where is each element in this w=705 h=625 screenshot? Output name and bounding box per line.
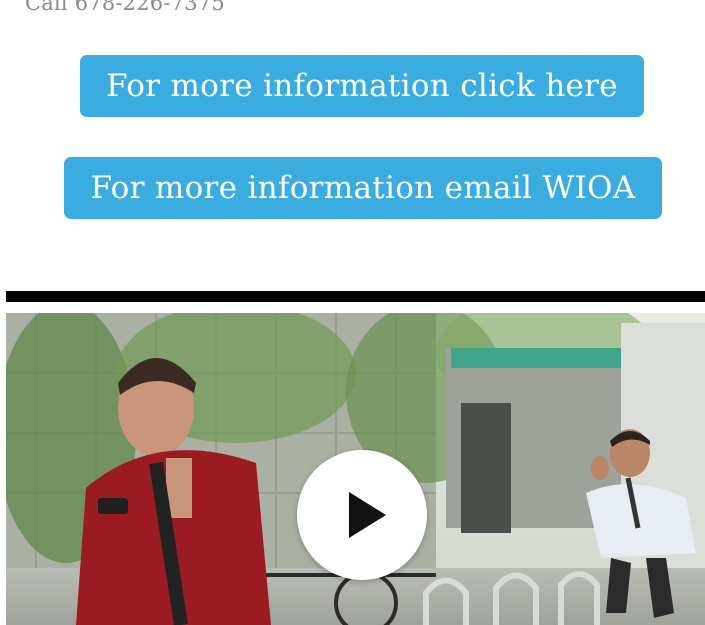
video-player[interactable] bbox=[6, 313, 705, 625]
phone-number-text: Call 678-226-7375 bbox=[25, 0, 225, 15]
page: Call 678-226-7375 For more information c… bbox=[0, 0, 705, 625]
play-button[interactable] bbox=[297, 450, 427, 580]
more-info-button[interactable]: For more information click here bbox=[80, 55, 644, 117]
email-wioa-button[interactable]: For more information email WIOA bbox=[64, 157, 662, 219]
video-divider bbox=[6, 291, 705, 302]
play-icon bbox=[349, 492, 386, 538]
